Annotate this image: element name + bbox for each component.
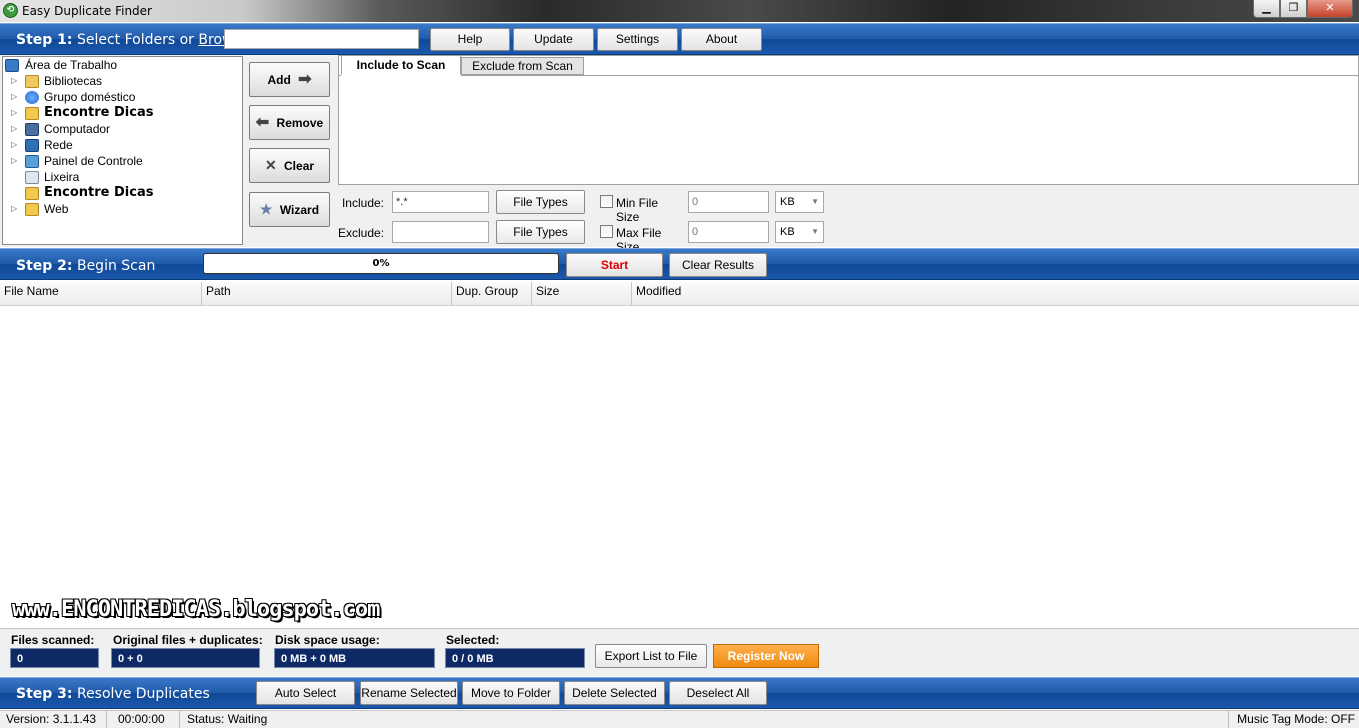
- tab-include-to-scan[interactable]: Include to Scan: [341, 55, 461, 75]
- close-icon[interactable]: ✕: [1307, 0, 1353, 18]
- results-table-header: File Name Path Dup. Group Size Modified: [0, 282, 1359, 306]
- maximize-icon[interactable]: ❐: [1280, 0, 1307, 18]
- tab-active-gap: [341, 75, 461, 76]
- column-file-name[interactable]: File Name: [0, 282, 202, 306]
- folder-icon: [25, 187, 39, 200]
- expand-arrow-icon[interactable]: ▷: [11, 201, 17, 217]
- about-button[interactable]: About: [681, 28, 762, 51]
- settings-button[interactable]: Settings: [597, 28, 678, 51]
- elapsed-time: 00:00:00: [114, 711, 180, 728]
- step2-title: Step 2: Begin Scan: [16, 258, 156, 274]
- exclude-file-types-button[interactable]: File Types: [496, 220, 585, 244]
- desktop-icon: [5, 59, 19, 72]
- help-button[interactable]: Help: [430, 28, 510, 51]
- computer-icon: [25, 123, 39, 136]
- include-label: Include:: [341, 196, 384, 210]
- title-bar: ⟲ Easy Duplicate Finder ▁ ❐ ✕: [0, 0, 1359, 22]
- control-panel-icon: [25, 155, 39, 168]
- min-size-checkbox[interactable]: [600, 195, 613, 208]
- folder-path-input[interactable]: [224, 29, 419, 49]
- max-size-checkbox[interactable]: [600, 225, 613, 238]
- original-duplicates-value: 0 + 0: [111, 648, 260, 668]
- min-size-unit-select[interactable]: KB ▼: [775, 191, 824, 213]
- app-logo-icon: ⟲: [3, 3, 18, 18]
- star-icon: ★: [259, 201, 273, 217]
- homegroup-icon: [25, 91, 39, 104]
- auto-select-button[interactable]: Auto Select: [256, 681, 355, 705]
- max-size-unit-select[interactable]: KB ▼: [775, 221, 824, 243]
- chevron-down-icon: ▼: [811, 197, 819, 206]
- include-file-types-button[interactable]: File Types: [496, 190, 585, 214]
- rename-selected-button[interactable]: Rename Selected: [360, 681, 458, 705]
- music-tag-mode: Music Tag Mode: OFF: [1228, 711, 1359, 728]
- disk-space-value: 0 MB + 0 MB: [274, 648, 435, 668]
- selected-label: Selected:: [446, 633, 500, 647]
- folder-icon: [25, 203, 39, 216]
- arrow-left-icon: ⬅: [255, 114, 270, 131]
- tab-divider: [339, 75, 1358, 76]
- recycle-bin-icon: [25, 171, 39, 184]
- step3-title: Step 3: Resolve Duplicates: [16, 686, 210, 702]
- network-icon: [25, 139, 39, 152]
- exclude-input[interactable]: [392, 221, 489, 243]
- column-path[interactable]: Path: [202, 282, 452, 306]
- expand-arrow-icon[interactable]: ▷: [11, 89, 17, 105]
- user-folder-icon: [25, 107, 39, 120]
- version-text: Version: 3.1.1.43: [2, 711, 107, 728]
- results-table-body[interactable]: [0, 306, 1359, 628]
- exclude-label: Exclude:: [338, 226, 385, 240]
- step3-bar: Step 3: Resolve Duplicates Auto Select R…: [0, 677, 1359, 709]
- selected-value: 0 / 0 MB: [445, 648, 585, 668]
- wizard-button[interactable]: ★ Wizard: [249, 192, 330, 227]
- move-to-folder-button[interactable]: Move to Folder: [462, 681, 560, 705]
- max-size-input[interactable]: 0: [688, 221, 769, 243]
- step1-bar: Step 1: Select Folders or Browse Help Up…: [0, 23, 1359, 55]
- status-text: Status: Waiting: [187, 712, 268, 726]
- min-size-input[interactable]: 0: [688, 191, 769, 213]
- add-button[interactable]: Add ➡: [249, 62, 330, 97]
- clear-button[interactable]: ✕ Clear: [249, 148, 330, 183]
- step1-title: Step 1: Select Folders or Browse: [16, 32, 249, 48]
- files-scanned-label: Files scanned:: [11, 633, 95, 647]
- window-title: Easy Duplicate Finder: [22, 4, 152, 18]
- delete-selected-button[interactable]: Delete Selected: [564, 681, 665, 705]
- column-modified[interactable]: Modified: [632, 282, 1359, 306]
- column-size[interactable]: Size: [532, 282, 632, 306]
- tab-exclude-from-scan[interactable]: Exclude from Scan: [461, 57, 584, 75]
- register-now-button[interactable]: Register Now: [713, 644, 819, 668]
- disk-space-label: Disk space usage:: [275, 633, 380, 647]
- original-duplicates-label: Original files + duplicates:: [113, 633, 263, 647]
- column-dup-group[interactable]: Dup. Group: [452, 282, 532, 306]
- files-scanned-value: 0: [10, 648, 99, 668]
- status-bar: Version: 3.1.1.43 00:00:00 Status: Waiti…: [0, 710, 1359, 728]
- expand-arrow-icon[interactable]: ▷: [11, 153, 17, 169]
- minimize-icon[interactable]: ▁: [1253, 0, 1280, 18]
- folder-tree[interactable]: Área de Trabalho ▷ Bibliotecas ▷ Grupo d…: [2, 56, 243, 245]
- window-controls: ▁ ❐ ✕: [1253, 0, 1353, 18]
- arrow-right-icon: ➡: [298, 71, 312, 88]
- update-button[interactable]: Update: [513, 28, 594, 51]
- expand-arrow-icon[interactable]: ▷: [11, 105, 17, 121]
- libraries-icon: [25, 75, 39, 88]
- expand-arrow-icon[interactable]: ▷: [11, 73, 17, 89]
- scan-progress-bar: 0%: [203, 253, 559, 274]
- deselect-all-button[interactable]: Deselect All: [669, 681, 767, 705]
- remove-button[interactable]: ⬅ Remove: [249, 105, 330, 140]
- expand-arrow-icon[interactable]: ▷: [11, 121, 17, 137]
- close-x-icon: ✕: [264, 157, 277, 173]
- stats-panel: Files scanned: 0 Original files + duplic…: [0, 628, 1359, 676]
- export-list-button[interactable]: Export List to File: [595, 644, 707, 668]
- chevron-down-icon: ▼: [811, 227, 819, 236]
- watermark-text: www.ENCONTREDICAS.blogspot.com: [12, 597, 380, 622]
- min-size-label: Min File Size: [616, 196, 659, 224]
- clear-results-button[interactable]: Clear Results: [669, 253, 767, 277]
- start-button[interactable]: Start: [566, 253, 663, 277]
- expand-arrow-icon[interactable]: ▷: [11, 137, 17, 153]
- include-input[interactable]: *.*: [392, 191, 489, 213]
- scan-folders-area: Include to Scan Exclude from Scan: [338, 55, 1359, 185]
